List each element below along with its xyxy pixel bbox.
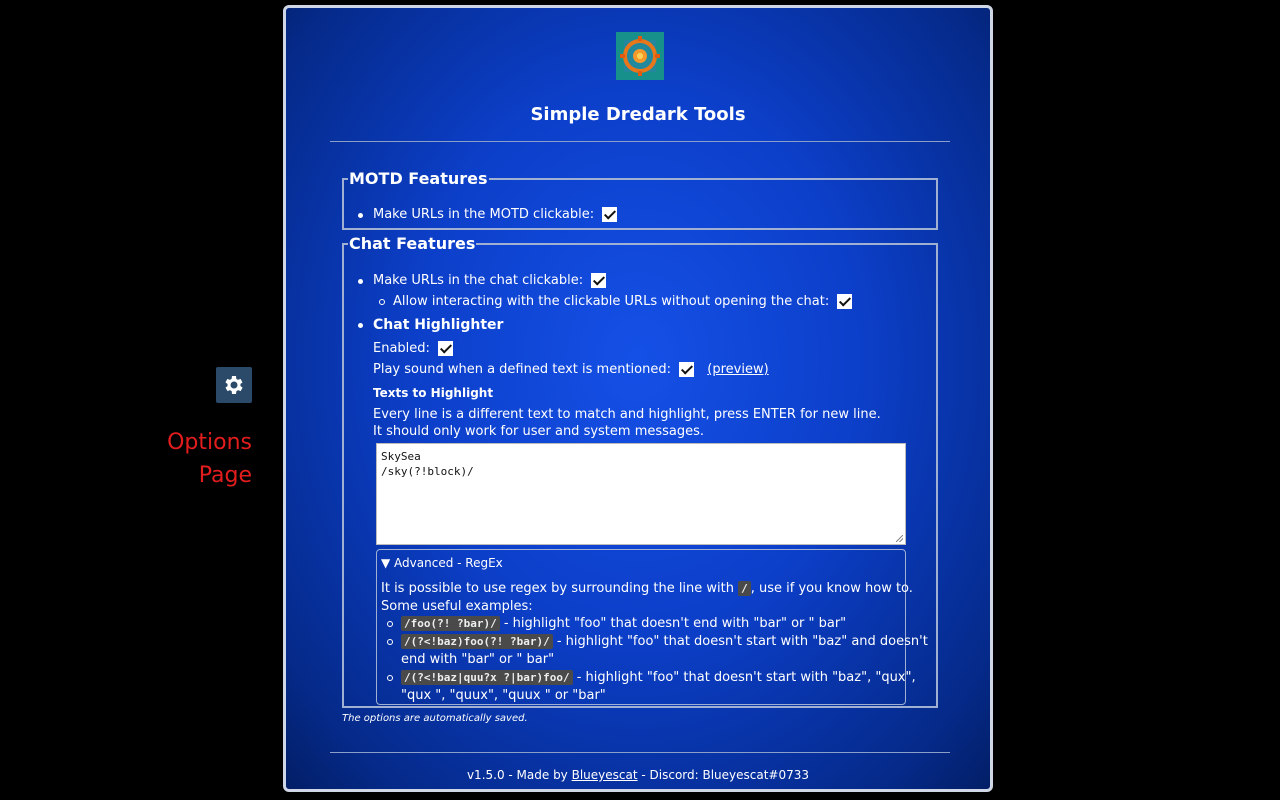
gear-icon [225,376,243,394]
options-page-label: Options Page [167,430,252,488]
highlighter-sound-checkbox[interactable] [679,362,695,377]
regex-slash-code: / [738,581,751,596]
divider [330,141,950,142]
motd-clickable-urls-checkbox[interactable] [602,207,618,222]
page-title: Simple Dredark Tools [530,104,746,125]
highlighter-enabled-checkbox[interactable] [438,341,454,356]
motd-clickable-urls-item: Make URLs in the MOTD clickable: [357,207,618,222]
author-link[interactable]: Blueyescat [572,768,638,782]
divider [330,752,950,753]
chat-interact-urls-item: Allow interacting with the clickable URL… [378,294,853,309]
texts-to-highlight-heading: Texts to Highlight [373,386,494,400]
highlighter-sound-item: Play sound when a defined text is mentio… [373,362,769,377]
autosave-note: The options are automatically saved. [342,713,528,724]
sound-preview-link[interactable]: (preview) [707,362,768,377]
advanced-regex-summary[interactable]: ▼ Advanced - RegEx [381,556,503,570]
motd-legend: MOTD Features [349,169,488,188]
regex-example-continuation: end with "bar" or " bar" [401,652,555,667]
highlight-help-line1: Every line is a different text to match … [373,407,881,422]
highlighter-enabled-item: Enabled: [373,341,454,356]
regex-intro: It is possible to use regex by surroundi… [381,581,913,596]
examples-heading: Some useful examples: [381,599,533,614]
options-panel: Simple Dredark Tools MOTD Features Make … [283,5,993,792]
options-gear-button[interactable] [216,367,252,403]
motd-features-group: MOTD Features Make URLs in the MOTD clic… [342,169,938,230]
chat-highlighter-heading: Chat Highlighter [357,317,504,333]
regex-example-item: /(?<!baz)foo(?! ?bar)/ - highlight "foo"… [387,634,928,649]
chat-interact-urls-checkbox[interactable] [837,294,853,309]
footer: v1.5.0 - Made by Blueyescat - Discord: B… [466,768,810,782]
chat-legend: Chat Features [349,234,476,253]
advanced-regex-details: ▼ Advanced - RegEx It is possible to use… [376,549,928,705]
app-logo [616,32,664,80]
chat-clickable-urls-checkbox[interactable] [591,273,607,288]
highlight-help-line2: It should only work for user and system … [373,424,705,439]
regex-example-item: /(?<!baz|quu?x ?|bar)foo/ - highlight "f… [387,670,916,685]
chat-clickable-urls-item: Make URLs in the chat clickable: [357,273,607,288]
chat-features-group: Chat Features Make URLs in the chat clic… [342,234,938,708]
regex-example-item: /foo(?! ?bar)/ - highlight "foo" that do… [386,616,846,631]
regex-example-continuation: "qux ", "quux", "quux " or "bar" [401,688,606,703]
highlight-texts-textarea[interactable]: SkySea /sky(?!block)/ [376,443,906,545]
textarea-resize-handle[interactable] [896,535,905,544]
